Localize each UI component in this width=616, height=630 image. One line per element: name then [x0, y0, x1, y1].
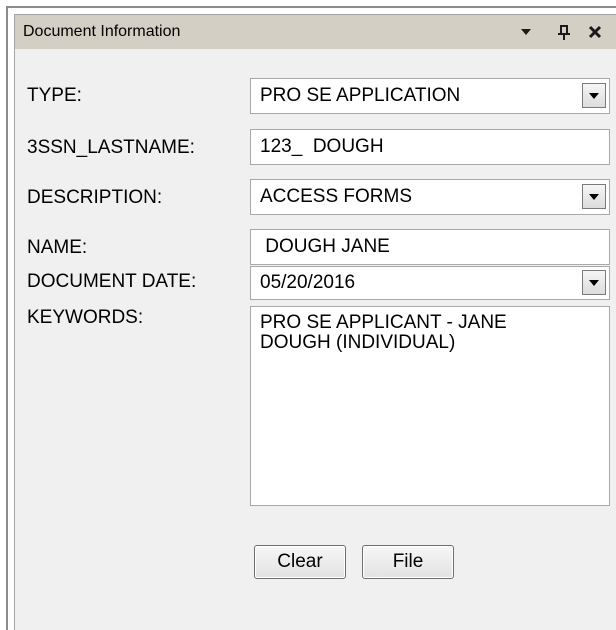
close-icon[interactable] [585, 22, 605, 42]
ssn-lastname-input[interactable]: 123_ DOUGH [250, 129, 610, 165]
description-select[interactable]: ACCESS FORMS [250, 179, 610, 215]
chevron-down-icon [589, 193, 599, 200]
description-label: DESCRIPTION: [27, 187, 163, 208]
type-value: PRO SE APPLICATION [260, 85, 461, 106]
clear-button[interactable]: Clear [254, 545, 346, 579]
chevron-down-icon [589, 92, 599, 99]
name-label: NAME: [27, 237, 88, 258]
ssn-lastname-label: 3SSN_LASTNAME: [27, 137, 195, 158]
document-date-label: DOCUMENT DATE: [27, 271, 197, 292]
chevron-down-icon [589, 279, 599, 286]
keywords-textarea[interactable]: PRO SE APPLICANT - JANE DOUGH (INDIVIDUA… [250, 306, 610, 506]
type-select[interactable]: PRO SE APPLICATION [250, 78, 610, 114]
type-dropdown-button[interactable] [582, 83, 606, 108]
document-information-panel: Document Information TYPE: PRO SE APPLIC… [14, 14, 616, 630]
description-dropdown-button[interactable] [582, 184, 606, 209]
panel-titlebar: Document Information [15, 15, 616, 49]
document-date-value: 05/20/2016 [260, 272, 356, 293]
file-button[interactable]: File [362, 545, 454, 579]
pin-icon[interactable] [554, 22, 574, 42]
name-input[interactable]: DOUGH JANE [250, 229, 610, 265]
document-date-picker[interactable]: 05/20/2016 [250, 266, 610, 300]
ssn-lastname-value: 123_ DOUGH [260, 136, 384, 157]
name-value: DOUGH JANE [260, 236, 390, 257]
date-dropdown-button[interactable] [582, 270, 606, 295]
keywords-label: KEYWORDS: [27, 307, 144, 328]
type-label: TYPE: [27, 85, 82, 106]
description-value: ACCESS FORMS [260, 186, 413, 207]
dropdown-arrow-icon[interactable] [516, 22, 536, 42]
panel-title: Document Information [23, 23, 181, 40]
